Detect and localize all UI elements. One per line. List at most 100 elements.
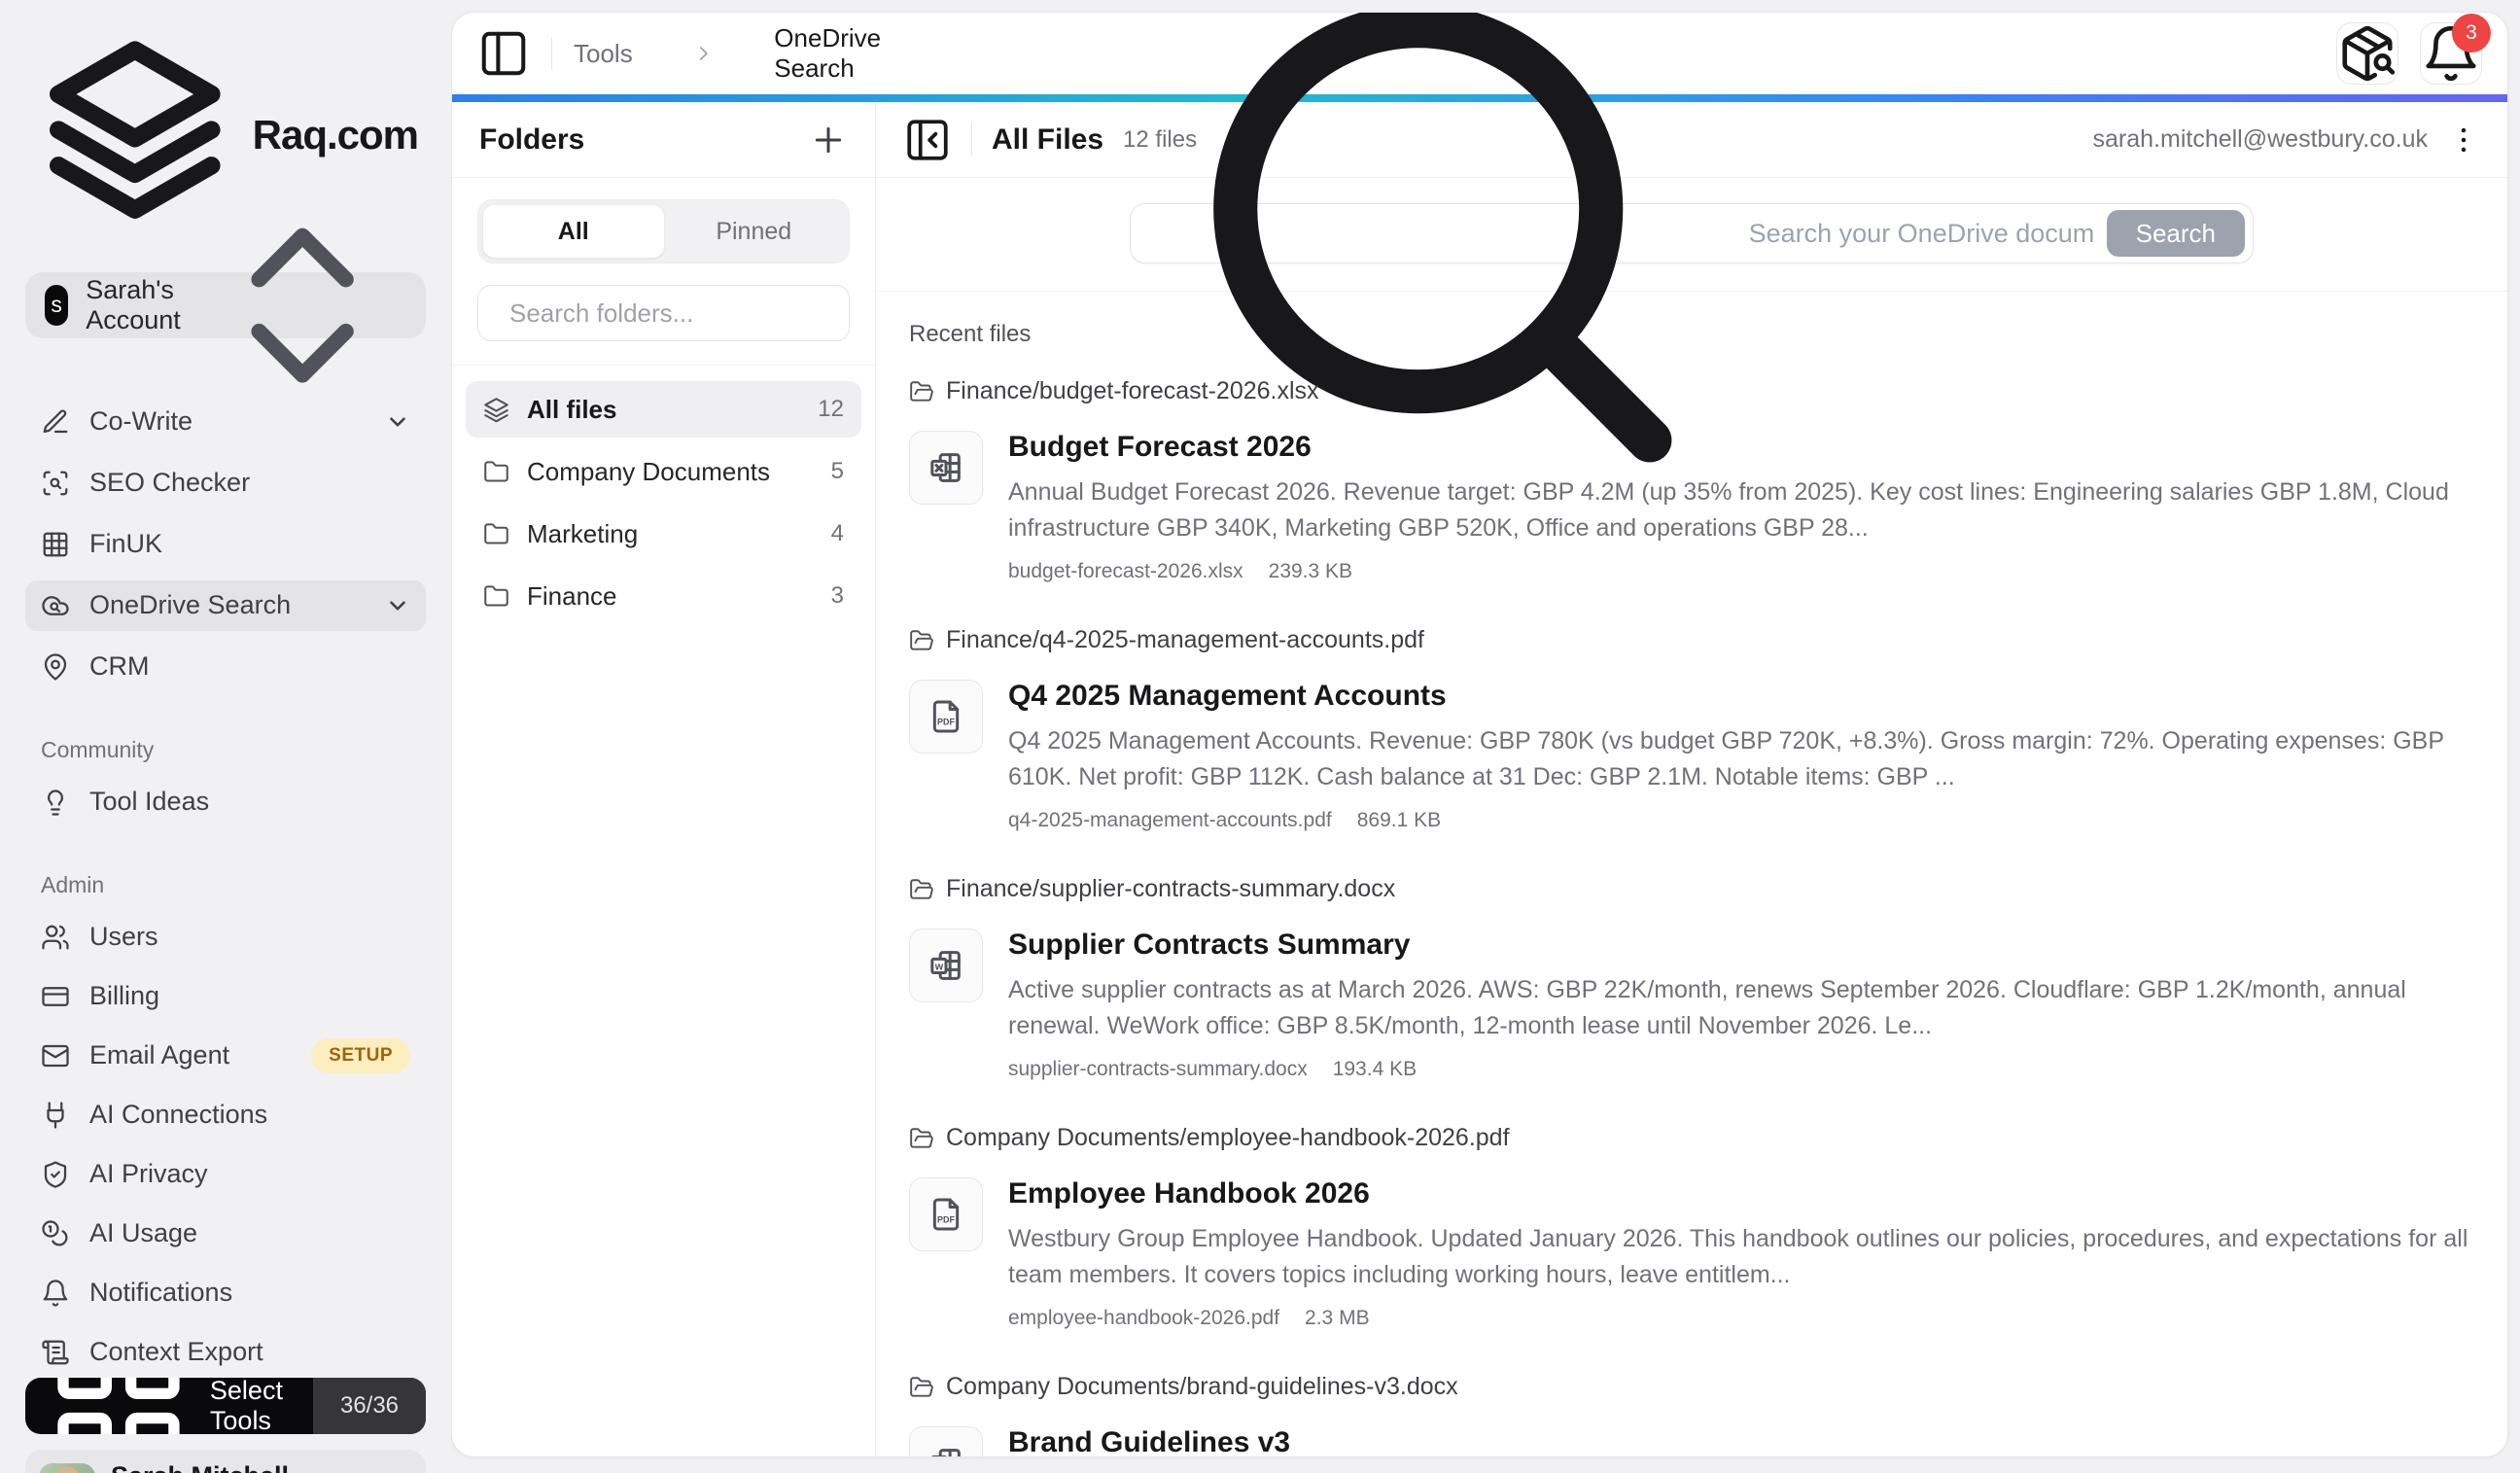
- tab-all[interactable]: All: [483, 205, 664, 258]
- file-title[interactable]: Supplier Contracts Summary: [1008, 929, 2474, 962]
- sidebar-item-co-write[interactable]: Co-Write: [25, 397, 426, 447]
- file-info: Brand Guidelines v3Westbury Group Brand …: [1008, 1426, 2474, 1456]
- document-search: Search: [1130, 203, 2254, 263]
- svg-text:PDF: PDF: [937, 718, 956, 727]
- account-switcher[interactable]: s Sarah's Account: [25, 272, 426, 338]
- file-path-text: Finance/supplier-contracts-summary.docx: [946, 875, 1395, 903]
- panel-left-close-icon: [903, 116, 952, 164]
- folder-open-icon: [909, 379, 934, 404]
- setup-badge: SETUP: [311, 1038, 410, 1073]
- svg-text:PDF: PDF: [937, 1215, 956, 1225]
- sidebar-toggle-button[interactable]: [477, 27, 530, 80]
- admin-nav: Users Billing Email AgentSETUP AI Connectio…: [25, 912, 426, 1378]
- sidebar-item-label: Notifications: [89, 1278, 410, 1308]
- collapse-folders-button[interactable]: [903, 116, 952, 164]
- folders-title: Folders: [479, 123, 584, 157]
- sidebar-item-tool-ideas[interactable]: Tool Ideas: [25, 777, 426, 827]
- sidebar-item-label: CRM: [89, 651, 410, 682]
- file-title[interactable]: Employee Handbook 2026: [1008, 1177, 2474, 1210]
- select-tools-button[interactable]: Select Tools 36/36: [25, 1378, 426, 1434]
- pencil-icon: [41, 407, 70, 437]
- sidebar-item-label: AI Connections: [89, 1100, 410, 1130]
- sidebar-item-notifications[interactable]: Notifications: [25, 1268, 426, 1318]
- document-search-input[interactable]: [1749, 219, 2093, 249]
- sidebar-item-onedrive-search[interactable]: OneDrive Search: [25, 580, 426, 631]
- file-meta: q4-2025-management-accounts.pdf869.1 KB: [1008, 809, 2474, 832]
- file-row[interactable]: wBrand Guidelines v3Westbury Group Brand…: [909, 1426, 2474, 1456]
- folder-icon: [483, 583, 509, 610]
- scroll-text-icon: [41, 1338, 70, 1367]
- community-section-label: Community: [41, 737, 426, 763]
- file-description: Q4 2025 Management Accounts. Revenue: GB…: [1008, 723, 2474, 795]
- folders-header: Folders: [452, 102, 875, 178]
- package-search-icon: [2337, 23, 2398, 84]
- file-path-text: Company Documents/brand-guidelines-v3.do…: [946, 1373, 1458, 1401]
- sidebar-item-seo-checker[interactable]: SEO Checker: [25, 458, 426, 509]
- folder-item-marketing[interactable]: Marketing4: [466, 506, 861, 562]
- file-row[interactable]: Budget Forecast 2026Annual Budget Foreca…: [909, 431, 2474, 583]
- file-size: 2.3 MB: [1305, 1307, 1370, 1330]
- folder-item-all-files[interactable]: All files12: [466, 381, 861, 438]
- breadcrumb-tools[interactable]: Tools: [574, 39, 633, 69]
- file-filename: employee-handbook-2026.pdf: [1008, 1307, 1279, 1330]
- folder-item-company-documents[interactable]: Company Documents5: [466, 443, 861, 500]
- panel-left-icon: [477, 27, 530, 80]
- folder-name: Company Documents: [527, 457, 814, 487]
- notifications-button[interactable]: 3: [2420, 22, 2482, 85]
- file-title[interactable]: Q4 2025 Management Accounts: [1008, 680, 2474, 713]
- file-group: Company Documents/brand-guidelines-v3.do…: [909, 1373, 2474, 1456]
- sidebar-item-users[interactable]: Users: [25, 912, 426, 963]
- connected-account-email: sarah.mitchell@westbury.co.uk: [2093, 125, 2428, 154]
- file-info: Q4 2025 Management Accounts Q4 2025 Manag…: [1008, 680, 2474, 832]
- community-nav: Tool Ideas: [25, 777, 426, 827]
- svg-text:w: w: [934, 961, 944, 972]
- account-avatar: s: [45, 285, 68, 326]
- package-search-button[interactable]: [2336, 22, 2398, 85]
- breadcrumb-current: OneDrive Search: [774, 23, 881, 84]
- folder-tabs: AllPinned: [477, 199, 850, 263]
- profile-card[interactable]: Sarah Mitchell sarah.mitchell@westbur...: [25, 1450, 426, 1473]
- sidebar-item-finuk[interactable]: FinUK: [25, 519, 426, 570]
- folders-panel: Folders AllPinned All files12Company Doc…: [452, 102, 876, 1456]
- file-path-text: Company Documents/employee-handbook-2026…: [946, 1124, 1510, 1152]
- sidebar-item-billing[interactable]: Billing: [25, 971, 426, 1022]
- folder-count: 3: [831, 582, 844, 610]
- file-row[interactable]: PDFEmployee Handbook 2026Westbury Group …: [909, 1177, 2474, 1330]
- file-title[interactable]: Budget Forecast 2026: [1008, 431, 2474, 464]
- sidebar-item-crm[interactable]: CRM: [25, 642, 426, 692]
- file-filename: budget-forecast-2026.xlsx: [1008, 560, 1243, 583]
- user-pin-icon: [41, 652, 70, 682]
- file-title[interactable]: Brand Guidelines v3: [1008, 1426, 2474, 1456]
- file-info: Budget Forecast 2026Annual Budget Foreca…: [1008, 431, 2474, 583]
- files-header-divider: [971, 123, 972, 157]
- file-list-scroll[interactable]: Recent files Finance/budget-forecast-202…: [876, 292, 2507, 1456]
- tab-pinned[interactable]: Pinned: [664, 205, 845, 258]
- files-menu-button[interactable]: [2447, 123, 2480, 157]
- account-label: Sarah's Account: [86, 275, 181, 335]
- add-folder-button[interactable]: [809, 121, 848, 159]
- folder-name: Marketing: [527, 519, 814, 549]
- sidebar-item-email-agent[interactable]: Email AgentSETUP: [25, 1031, 426, 1081]
- sidebar-item-ai-privacy[interactable]: AI Privacy: [25, 1149, 426, 1200]
- sidebar-item-label: Co-Write: [89, 406, 366, 437]
- sidebar-item-ai-usage[interactable]: AI Usage: [25, 1209, 426, 1259]
- file-row[interactable]: PDFQ4 2025 Management AccountsQ4 2025 Ma…: [909, 680, 2474, 832]
- sidebar-item-ai-connections[interactable]: AI Connections: [25, 1090, 426, 1140]
- file-description: Active supplier contracts as at March 20…: [1008, 972, 2474, 1044]
- folder-count: 12: [818, 396, 844, 423]
- search-button[interactable]: Search: [2107, 210, 2245, 257]
- file-row[interactable]: w Supplier Contracts Summary Active suppli…: [909, 929, 2474, 1081]
- folder-search-input[interactable]: [509, 298, 835, 329]
- file-path-text: Finance/budget-forecast-2026.xlsx: [946, 377, 1319, 405]
- brand-name: Raq.com: [253, 112, 418, 158]
- chevrons-up-down-icon: [198, 201, 406, 409]
- sidebar-item-label: Context Export: [89, 1337, 410, 1367]
- file-type-iconbox: [909, 431, 983, 505]
- grid-table-icon: [41, 530, 70, 559]
- folder-item-finance[interactable]: Finance3: [466, 568, 861, 624]
- sidebar-item-context-export[interactable]: Context Export: [25, 1327, 426, 1378]
- file-pdf-icon: PDF: [927, 697, 965, 736]
- sidebar-item-label: AI Privacy: [89, 1159, 410, 1189]
- file-docx-icon: w: [927, 946, 965, 985]
- users-icon: [41, 923, 70, 952]
